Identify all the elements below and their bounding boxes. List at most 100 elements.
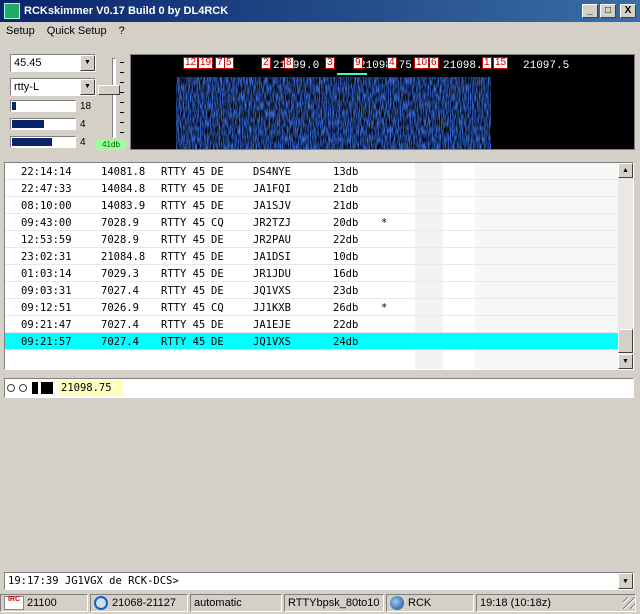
table-row[interactable]: 22:47:33 14084.8 RTTY 45 DE JA1FQI 21db (5, 180, 619, 197)
table-row[interactable]: 22:14:14 14081.8 RTTY 45 DE DS4NYE 13db (5, 163, 619, 180)
cell-time: 01:03:14 (21, 268, 72, 280)
cell-db: 24db (333, 336, 359, 348)
table-row[interactable]: 09:21:47 7027.4 RTTY 45 DE JA1EJE 22db (5, 316, 619, 333)
chevron-down-icon[interactable]: ▼ (618, 573, 633, 589)
table-row[interactable]: 09:03:31 7027.4 RTTY 45 DE JQ1VXS 23db (5, 282, 619, 299)
status-decoder: RTTYbpsk_80to10 (288, 597, 380, 609)
cell-flag: * (381, 217, 388, 229)
cell-call: JQ1VXS (253, 285, 291, 297)
gain-slider-thumb[interactable] (98, 85, 120, 95)
scroll-down-icon[interactable]: ▼ (618, 354, 633, 369)
level-value-2: 4 (80, 119, 86, 130)
cell-call: JR1JDU (253, 268, 291, 280)
title-bar[interactable]: RCKskimmer V0.17 Build 0 by DL4RCK _ □ X (0, 0, 640, 22)
spot-marker[interactable]: 3 (325, 57, 335, 69)
table-row[interactable]: 08:10:00 14083.9 RTTY 45 DE JA1SJV 21db (5, 197, 619, 214)
table-row[interactable]: 23:02:31 21084.8 RTTY 45 DE JA1DSI 10db (5, 248, 619, 265)
baud-select[interactable]: 45.45 ▼ (10, 54, 96, 72)
level-bar-3 (10, 136, 76, 148)
cell-mode: RTTY 45 (161, 217, 206, 229)
radio-option-1[interactable] (7, 384, 15, 392)
spot-marker[interactable]: 15 (493, 57, 509, 69)
status-clock-panel: 19:18 (10:18z) (476, 594, 636, 612)
cell-mode: RTTY 45 (161, 200, 206, 212)
window-title: RCKskimmer V0.17 Build 0 by DL4RCK (24, 5, 229, 17)
chevron-down-icon[interactable]: ▼ (80, 79, 95, 95)
cell-mode: RTTY 45 (161, 234, 206, 246)
radio-option-2[interactable] (19, 384, 27, 392)
spot-marker[interactable]: 8 (284, 57, 294, 69)
spot-marker[interactable]: 4 (387, 57, 397, 69)
chevron-down-icon[interactable]: ▼ (80, 55, 95, 71)
status-agc: automatic (194, 597, 242, 609)
magnifier-icon[interactable] (94, 596, 108, 610)
vertical-scrollbar[interactable]: ▲ ▼ (618, 163, 633, 369)
menu-help[interactable]: ? (117, 25, 127, 37)
mode-select[interactable]: rtty-L ▼ (10, 78, 96, 96)
spot-marker[interactable]: 1 (482, 57, 492, 69)
level-fill (12, 120, 44, 128)
status-range-panel: 21068-21127 (90, 594, 188, 612)
cell-time: 08:10:00 (21, 200, 72, 212)
freq-label: 21097.5 (523, 60, 570, 72)
cell-freq: 21084.8 (101, 251, 146, 263)
cell-call: DS4NYE (253, 166, 291, 178)
table-row[interactable]: 01:03:14 7029.3 RTTY 45 DE JR1JDU 16db (5, 265, 619, 282)
spot-marker[interactable]: 12 (183, 57, 199, 69)
cell-flag: * (381, 302, 388, 314)
maximize-button[interactable]: □ (600, 4, 616, 18)
mode-value: rtty-L (14, 81, 40, 93)
level-value-3: 4 (80, 137, 86, 148)
cell-time: 09:21:57 (21, 336, 72, 348)
table-row[interactable]: 09:12:51 7026.9 RTTY 45 CQ JJ1KXB 26db * (5, 299, 619, 316)
spot-marker[interactable]: 6 (429, 57, 439, 69)
level-fill (12, 138, 52, 146)
cell-freq: 7027.4 (101, 319, 139, 331)
table-row[interactable]: 09:43:00 7028.9 RTTY 45 CQ JR2TZJ 20db * (5, 214, 619, 231)
cell-time: 09:12:51 (21, 302, 72, 314)
cell-time: 12:53:59 (21, 234, 72, 246)
cell-db: 22db (333, 319, 359, 331)
cell-de: DE (211, 319, 224, 331)
cell-call: JA1FQI (253, 183, 291, 195)
gain-slider-track[interactable] (112, 58, 116, 138)
cell-freq: 7027.4 (101, 336, 139, 348)
tuned-frequency-bar: 21098.75 (4, 378, 634, 398)
globe-icon[interactable] (390, 596, 404, 610)
command-input[interactable]: 19:17:39 JG1VGX de RCK-DCS> ▼ (4, 572, 634, 590)
cell-db: 13db (333, 166, 359, 178)
cell-de: DE (211, 183, 224, 195)
scroll-up-icon[interactable]: ▲ (618, 163, 633, 178)
db-readout: 41db (96, 140, 126, 150)
status-agc-panel: automatic (190, 594, 282, 612)
cell-mode: RTTY 45 (161, 285, 206, 297)
terminal-area[interactable] (4, 398, 634, 570)
cell-freq: 7028.9 (101, 217, 139, 229)
menu-quick-setup[interactable]: Quick Setup (45, 25, 109, 37)
close-button[interactable]: X (620, 4, 636, 18)
cell-time: 23:02:31 (21, 251, 72, 263)
spot-marker[interactable]: 5 (224, 57, 234, 69)
spot-marker[interactable]: 10 (414, 57, 430, 69)
level-bar-2 (10, 118, 76, 130)
cell-de: DE (211, 336, 224, 348)
table-row[interactable]: 12:53:59 7028.9 RTTY 45 DE JR2PAU 22db (5, 231, 619, 248)
slider-tick (120, 62, 124, 63)
command-text: 19:17:39 JG1VGX de RCK-DCS> (8, 575, 179, 587)
tuning-marker[interactable] (337, 73, 367, 75)
minimize-button[interactable]: _ (582, 4, 598, 18)
spot-marker[interactable]: 2 (261, 57, 271, 69)
decode-list[interactable]: 22:14:14 14081.8 RTTY 45 DE DS4NYE 13db 22:47… (4, 162, 634, 370)
freq-label: 21099.0 (273, 60, 320, 72)
cell-db: 10db (333, 251, 359, 263)
waterfall-display[interactable]: 21099.0 21098.75 21098.0 21097.5 12 19 7… (130, 54, 635, 150)
irc-icon[interactable]: IRC (4, 596, 24, 610)
menu-setup[interactable]: Setup (4, 25, 37, 37)
scroll-thumb[interactable] (618, 329, 633, 353)
slider-tick (120, 92, 124, 93)
spot-marker[interactable]: 19 (198, 57, 214, 69)
spot-marker[interactable]: 9 (353, 57, 363, 69)
table-row-selected[interactable]: 09:21:57 7027.4 RTTY 45 DE JQ1VXS 24db (5, 333, 619, 350)
resize-grip-icon[interactable] (623, 597, 635, 609)
cell-freq: 7029.3 (101, 268, 139, 280)
